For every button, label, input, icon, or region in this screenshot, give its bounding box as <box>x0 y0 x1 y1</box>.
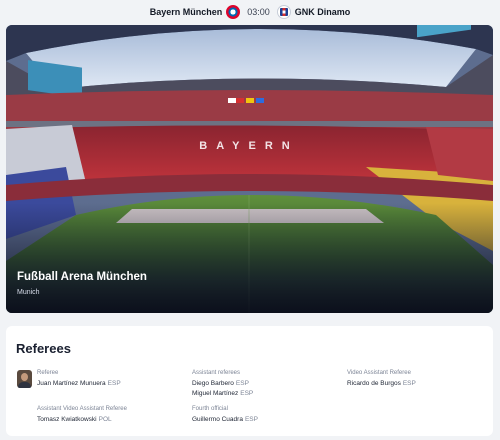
person-nationality: ESP <box>240 390 254 397</box>
person-name: Juan Martínez Munuera <box>37 380 106 387</box>
role-assistant-referees: Assistant referees <box>192 370 241 376</box>
match-time: 03:00 <box>247 7 270 17</box>
person-nationality: POL <box>98 416 112 423</box>
assistant-referee-1[interactable]: Diego Barbero ESP <box>192 380 249 387</box>
fourth-official[interactable]: Guillermo Cuadra ESP <box>192 416 258 423</box>
dinamo-crest-icon <box>276 5 291 19</box>
match-header[interactable]: Bayern München 03:00 GNK Dinamo <box>0 0 500 24</box>
stand-lettering: BAYERN <box>199 140 298 152</box>
person-name: Guillermo Cuadra <box>192 416 243 423</box>
venue-photo: BAYERN Fußball Arena München Munich <box>6 25 493 313</box>
referee-avatar <box>17 370 32 388</box>
role-avar: Assistant Video Assistant Referee <box>37 406 127 412</box>
away-team-name: GNK Dinamo <box>294 7 351 17</box>
away-team[interactable]: GNK Dinamo <box>276 5 351 19</box>
person-name: Miguel Martínez <box>192 390 239 397</box>
home-team-name: Bayern München <box>149 7 223 17</box>
venue-shade <box>6 203 493 313</box>
person-nationality: ESP <box>235 380 249 387</box>
role-var: Video Assistant Referee <box>347 370 411 376</box>
bayern-crest-icon <box>226 5 241 19</box>
person-name: Diego Barbero <box>192 380 234 387</box>
person-name: Ricardo de Burgos <box>347 380 401 387</box>
person-nationality: ESP <box>107 380 121 387</box>
referees-card: Referees Referee Juan Martínez Munuera ES… <box>6 326 493 436</box>
referee-name[interactable]: Juan Martínez Munuera ESP <box>37 380 121 387</box>
person-nationality: ESP <box>402 380 416 387</box>
avar-referee[interactable]: Tomasz Kwiatkowski POL <box>37 416 112 423</box>
role-fourth-official: Fourth official <box>192 406 228 412</box>
assistant-referee-2[interactable]: Miguel Martínez ESP <box>192 390 253 397</box>
role-referee: Referee <box>37 370 59 376</box>
home-team[interactable]: Bayern München <box>150 5 241 19</box>
referees-title: Referees <box>16 341 71 356</box>
venue-city: Munich <box>17 289 40 296</box>
person-name: Tomasz Kwiatkowski <box>37 416 97 423</box>
person-nationality: ESP <box>244 416 258 423</box>
venue-name: Fußball Arena München <box>17 271 147 283</box>
var-referee[interactable]: Ricardo de Burgos ESP <box>347 380 416 387</box>
